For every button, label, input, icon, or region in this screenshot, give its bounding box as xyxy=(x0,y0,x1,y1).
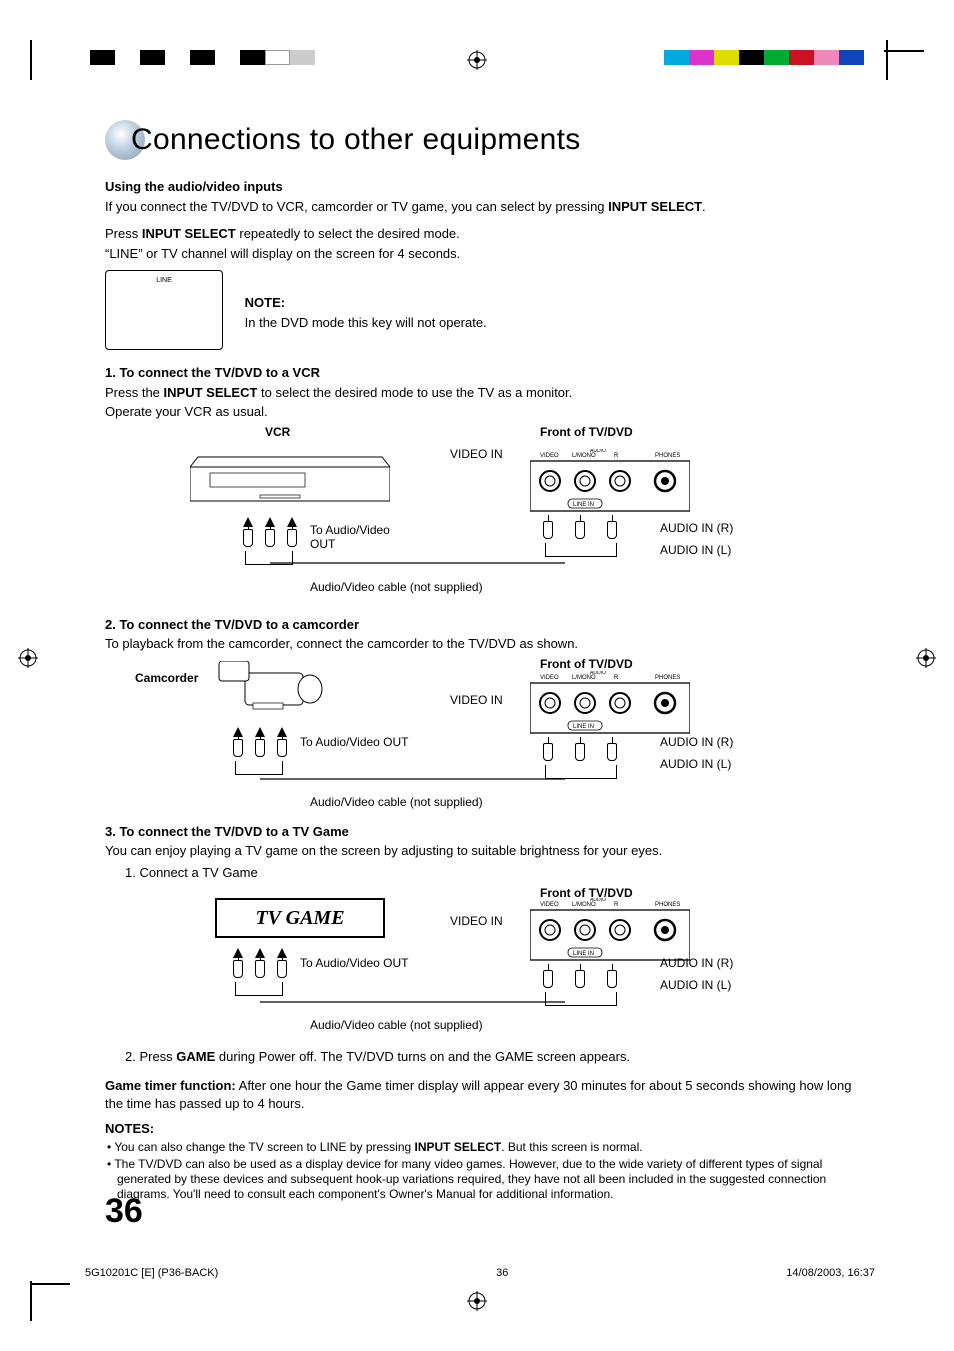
sec3-step1: 1. Connect a TV Game xyxy=(125,864,860,882)
page-title: Connections to other equipments xyxy=(131,123,581,157)
diagram-tvgame: Front of TV/DVD VIDEO IN TV GAME To Audi… xyxy=(105,886,860,1046)
label-cable-note-2: Audio/Video cable (not supplied) xyxy=(310,795,483,809)
note-1: • You can also change the TV screen to L… xyxy=(107,1140,860,1155)
svg-text:PHONES: PHONES xyxy=(655,675,680,681)
heading-camcorder: 2. To connect the TV/DVD to a camcorder xyxy=(105,616,860,634)
label-audio-in-r-2: AUDIO IN (R) xyxy=(660,735,733,749)
label-vcr: VCR xyxy=(265,425,290,439)
svg-text:PHONES: PHONES xyxy=(655,902,680,908)
svg-text:VIDEO: VIDEO xyxy=(540,675,559,681)
label-audio-in-r-3: AUDIO IN (R) xyxy=(660,956,733,970)
tv-screen-illustration: LINE xyxy=(105,270,223,350)
using-p3: “LINE” or TV channel will display on the… xyxy=(105,245,860,263)
diagram-vcr: VCR Front of TV/DVD VIDEO IN To Audio/Vi… xyxy=(105,425,860,610)
svg-text:LINE IN: LINE IN xyxy=(573,724,594,730)
svg-text:LINE IN: LINE IN xyxy=(573,502,594,508)
heading-using-av: Using the audio/video inputs xyxy=(105,178,860,196)
label-front-tvdvd: Front of TV/DVD xyxy=(540,425,633,439)
game-timer: Game timer function: After one hour the … xyxy=(105,1077,860,1112)
footer-mid: 36 xyxy=(496,1267,508,1279)
footer-right: 14/08/2003, 16:37 xyxy=(786,1267,875,1279)
using-p2: Press INPUT SELECT repeatedly to select … xyxy=(105,225,860,243)
label-audio-in-r: AUDIO IN (R) xyxy=(660,521,733,535)
sec1-p1: Press the INPUT SELECT to select the des… xyxy=(105,384,860,402)
footer: 5G10201C [E] (P36-BACK) 36 14/08/2003, 1… xyxy=(85,1267,875,1279)
svg-text:R: R xyxy=(614,675,619,681)
label-front-tvdvd-2: Front of TV/DVD xyxy=(540,657,633,671)
svg-text:AUDIO: AUDIO xyxy=(590,898,606,903)
label-camcorder: Camcorder xyxy=(135,671,198,685)
label-to-av-out-2: To Audio/Video OUT xyxy=(300,735,409,749)
svg-text:AUDIO: AUDIO xyxy=(590,449,606,454)
label-to-av-out-3: To Audio/Video OUT xyxy=(300,956,409,970)
label-cable-note: Audio/Video cable (not supplied) xyxy=(310,580,483,594)
svg-text:VIDEO: VIDEO xyxy=(540,902,559,908)
footer-left: 5G10201C [E] (P36-BACK) xyxy=(85,1267,218,1279)
heading-vcr: 1. To connect the TV/DVD to a VCR xyxy=(105,364,860,382)
label-cable-note-3: Audio/Video cable (not supplied) xyxy=(310,1018,483,1032)
note-heading: NOTE: xyxy=(245,294,487,312)
label-video-in: VIDEO IN xyxy=(450,447,503,461)
label-video-in-2: VIDEO IN xyxy=(450,693,503,707)
note-2: • The TV/DVD can also be used as a displ… xyxy=(107,1157,860,1202)
label-audio-in-l: AUDIO IN (L) xyxy=(660,543,731,557)
label-audio-in-l-3: AUDIO IN (L) xyxy=(660,978,731,992)
tvgame-box: TV GAME xyxy=(215,898,385,938)
sec3-step2: 2. Press GAME during Power off. The TV/D… xyxy=(125,1048,860,1066)
label-video-in-3: VIDEO IN xyxy=(450,914,503,928)
using-p1: If you connect the TV/DVD to VCR, camcor… xyxy=(105,198,860,216)
sec3-p1: You can enjoy playing a TV game on the s… xyxy=(105,842,860,860)
svg-text:R: R xyxy=(614,902,619,908)
sec2-p1: To playback from the camcorder, connect … xyxy=(105,635,860,653)
label-to-av-out: To Audio/Video OUT xyxy=(310,523,410,551)
page-number: 36 xyxy=(105,1192,143,1231)
label-audio-in-l-2: AUDIO IN (L) xyxy=(660,757,731,771)
sec1-p2: Operate your VCR as usual. xyxy=(105,403,860,421)
diagram-camcorder: Camcorder Front of TV/DVD VIDEO IN To Au… xyxy=(105,657,860,817)
panel-video: VIDEO xyxy=(540,453,559,459)
heading-tvgame: 3. To connect the TV/DVD to a TV Game xyxy=(105,823,860,841)
svg-text:LINE IN: LINE IN xyxy=(573,951,594,957)
note-body: In the DVD mode this key will not operat… xyxy=(245,314,487,332)
svg-text:AUDIO: AUDIO xyxy=(590,671,606,676)
svg-text:R: R xyxy=(614,453,619,459)
notes-heading: NOTES: xyxy=(105,1120,860,1138)
svg-text:PHONES: PHONES xyxy=(655,453,680,459)
